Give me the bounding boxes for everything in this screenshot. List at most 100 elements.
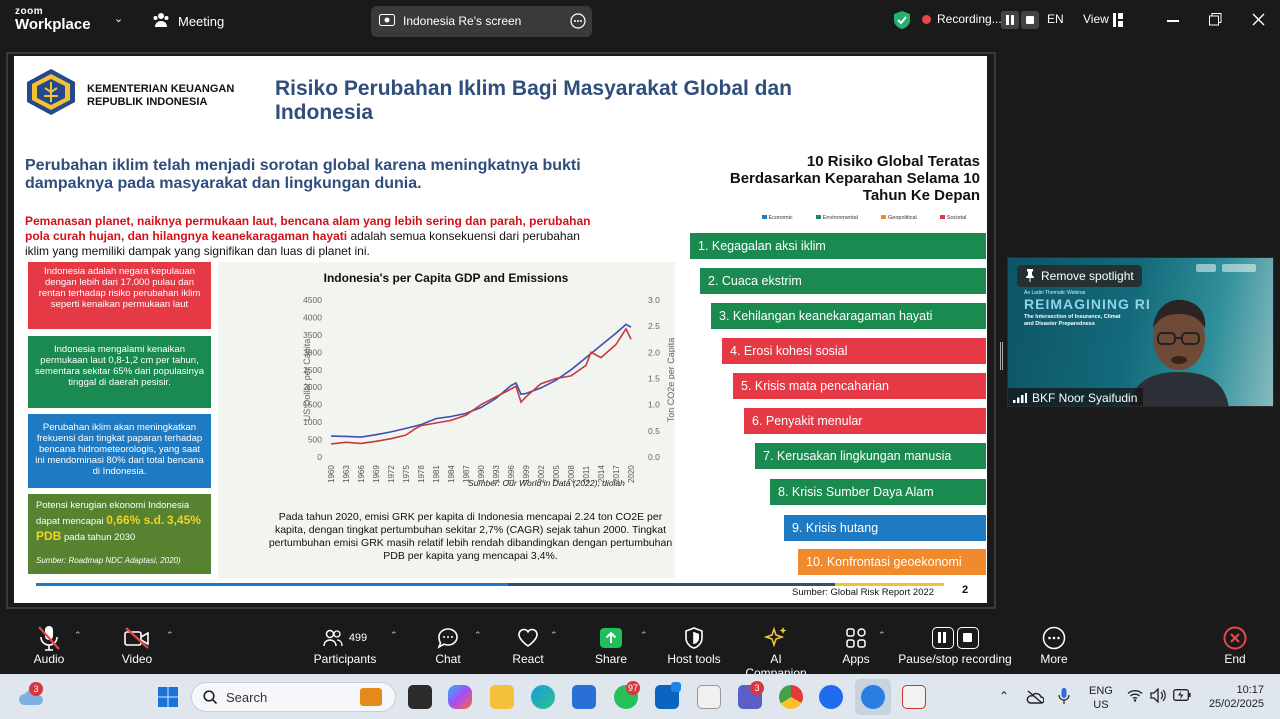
battery-icon[interactable] [1173, 689, 1191, 701]
zoom-logo: zoom Workplace [15, 6, 91, 33]
chat-options-chevron-icon[interactable]: ⌃ [474, 630, 482, 641]
more-button[interactable]: More [1036, 624, 1072, 666]
host-tools-button[interactable]: Host tools [665, 624, 723, 666]
ministry-name: KEMENTERIAN KEUANGAN REPUBLIK INDONESIA [87, 83, 235, 108]
gdp-emissions-chart: Indonesia's per Capita GDP and Emissions… [302, 271, 675, 483]
splitter-handle[interactable] [1000, 342, 1003, 370]
y-tick-label: 4000 [303, 312, 322, 322]
x-tick-label: 1984 [447, 465, 456, 483]
presentation-slide: KEMENTERIAN KEUANGAN REPUBLIK INDONESIA … [14, 56, 987, 603]
emissions-series-line [330, 327, 632, 445]
meeting-menu[interactable]: Meeting [152, 11, 224, 34]
x-tick-label: 1966 [357, 465, 366, 483]
react-options-chevron-icon[interactable]: ⌃ [550, 630, 558, 641]
ai-companion-button[interactable]: AI Companion [738, 624, 814, 680]
apps-options-chevron-icon[interactable]: ⌃ [878, 630, 886, 641]
risk-item: 8. Krisis Sumber Daya Alam [770, 479, 986, 505]
y-axis-label: US Dollar per Capita [302, 339, 312, 422]
x-tick-label: 1969 [372, 465, 381, 483]
view-button[interactable]: View [1083, 12, 1109, 26]
info-box-economic-loss: Potensi kerugian ekonomi Indonesia dapat… [28, 494, 211, 574]
more-options-icon[interactable] [570, 13, 586, 29]
share-options-chevron-icon[interactable]: ⌃ [640, 630, 648, 641]
input-language[interactable]: ENG US [1089, 684, 1113, 712]
end-icon [1223, 626, 1247, 650]
volume-icon[interactable] [1150, 688, 1166, 703]
y2-tick-label: 3.0 [648, 295, 660, 305]
y-tick-label: 3500 [303, 330, 322, 340]
zoom-app-icon[interactable] [819, 685, 843, 709]
minimize-button[interactable] [1167, 20, 1179, 22]
task-view-icon[interactable] [408, 685, 432, 709]
restore-button[interactable] [1209, 13, 1222, 26]
apps-button[interactable]: Apps [840, 624, 872, 666]
file-explorer-icon[interactable] [490, 685, 514, 709]
x-tick-label: 1963 [342, 465, 351, 483]
chat-button[interactable]: Chat [430, 624, 466, 666]
chevron-down-icon[interactable]: ⌄ [114, 12, 123, 25]
show-hidden-icons-chevron-icon[interactable]: ⌃ [999, 689, 1009, 703]
pause-stop-recording-button[interactable]: Pause/stop recording [898, 624, 1012, 666]
info-box-archipelago: Indonesia adalah negara kepulauan dengan… [28, 262, 211, 329]
edge-browser-icon[interactable] [531, 685, 555, 709]
participants-button[interactable]: 499 Participants [312, 624, 378, 666]
heart-icon [518, 628, 538, 647]
host-shield-icon [685, 627, 703, 649]
risk-item: 9. Krisis hutang [784, 515, 986, 541]
pause-recording-button[interactable] [1001, 11, 1019, 29]
video-options-chevron-icon[interactable]: ⌃ [166, 630, 174, 641]
screen-share-indicator[interactable]: Indonesia Re's screen [371, 6, 592, 37]
recording-label[interactable]: Recording... [937, 12, 1002, 26]
wifi-icon[interactable] [1127, 689, 1143, 702]
people-icon [153, 13, 169, 27]
store-icon[interactable] [572, 685, 596, 709]
shield-check-icon[interactable] [894, 11, 910, 29]
chat-icon [437, 628, 458, 649]
chart-source: Sumber: Our World in Data (2022), diolah [468, 478, 625, 488]
partner-logo-icon [1222, 264, 1256, 272]
x-tick-label: 1972 [387, 465, 396, 483]
weather-badge: 3 [29, 682, 43, 696]
elo-app-icon[interactable] [697, 685, 721, 709]
stop-recording-button[interactable] [1021, 11, 1039, 29]
spotlight-video[interactable]: Remove spotlight An Ladin Thematic Webin… [1007, 257, 1274, 407]
pause-icon [931, 627, 954, 649]
audio-options-chevron-icon[interactable]: ⌃ [74, 630, 82, 641]
language-button[interactable]: EN [1047, 12, 1064, 26]
windows-start-icon[interactable] [157, 686, 179, 708]
risk-item: 10. Konfrontasi geoekonomi [798, 549, 986, 575]
participants-icon [323, 629, 343, 647]
event-subtitle: The Intersection of Insurance, Climat an… [1024, 314, 1121, 327]
video-button[interactable]: Video [118, 624, 156, 666]
x-tick-label: 1975 [402, 465, 411, 483]
screen-icon [379, 14, 395, 26]
copilot-icon[interactable] [448, 685, 472, 709]
close-window-button[interactable] [1252, 13, 1265, 26]
remove-spotlight-button[interactable]: Remove spotlight [1017, 265, 1142, 287]
microphone-tray-icon[interactable] [1058, 687, 1070, 705]
participants-options-chevron-icon[interactable]: ⌃ [390, 630, 398, 641]
legend-economic-swatch [762, 215, 767, 219]
react-button[interactable]: React [508, 624, 548, 666]
share-button[interactable]: Share [592, 624, 630, 666]
chrome-icon[interactable] [779, 685, 803, 709]
sponsor-logo-icon [1196, 264, 1216, 272]
taskbar-search[interactable]: Search [191, 682, 396, 712]
y2-tick-label: 1.5 [648, 374, 660, 384]
y2-axis-label: Ton CO2e per Capita [666, 338, 675, 423]
snipping-tool-icon[interactable] [902, 685, 926, 709]
risk-item: 6. Penyakit menular [744, 408, 986, 434]
screen-capture-icon[interactable] [861, 685, 885, 709]
y-tick-label: 4500 [303, 295, 322, 305]
meeting-label: Meeting [178, 14, 225, 29]
legend-environmental-swatch [816, 215, 822, 219]
x-tick-label: 1981 [432, 465, 441, 483]
risk-item: 4. Erosi kohesi sosial [722, 338, 986, 364]
audio-button[interactable]: Audio [30, 624, 68, 666]
risk-item: 1. Kegagalan aksi iklim [690, 233, 986, 259]
end-meeting-button[interactable]: End [1220, 624, 1250, 666]
risk-item: 5. Krisis mata pencaharian [733, 373, 986, 399]
clock[interactable]: 10:17 25/02/2025 [1202, 683, 1264, 711]
slide-title: Risiko Perubahan Iklim Bagi Masyarakat G… [275, 77, 793, 124]
onedrive-cloud-icon[interactable] [1026, 689, 1044, 705]
